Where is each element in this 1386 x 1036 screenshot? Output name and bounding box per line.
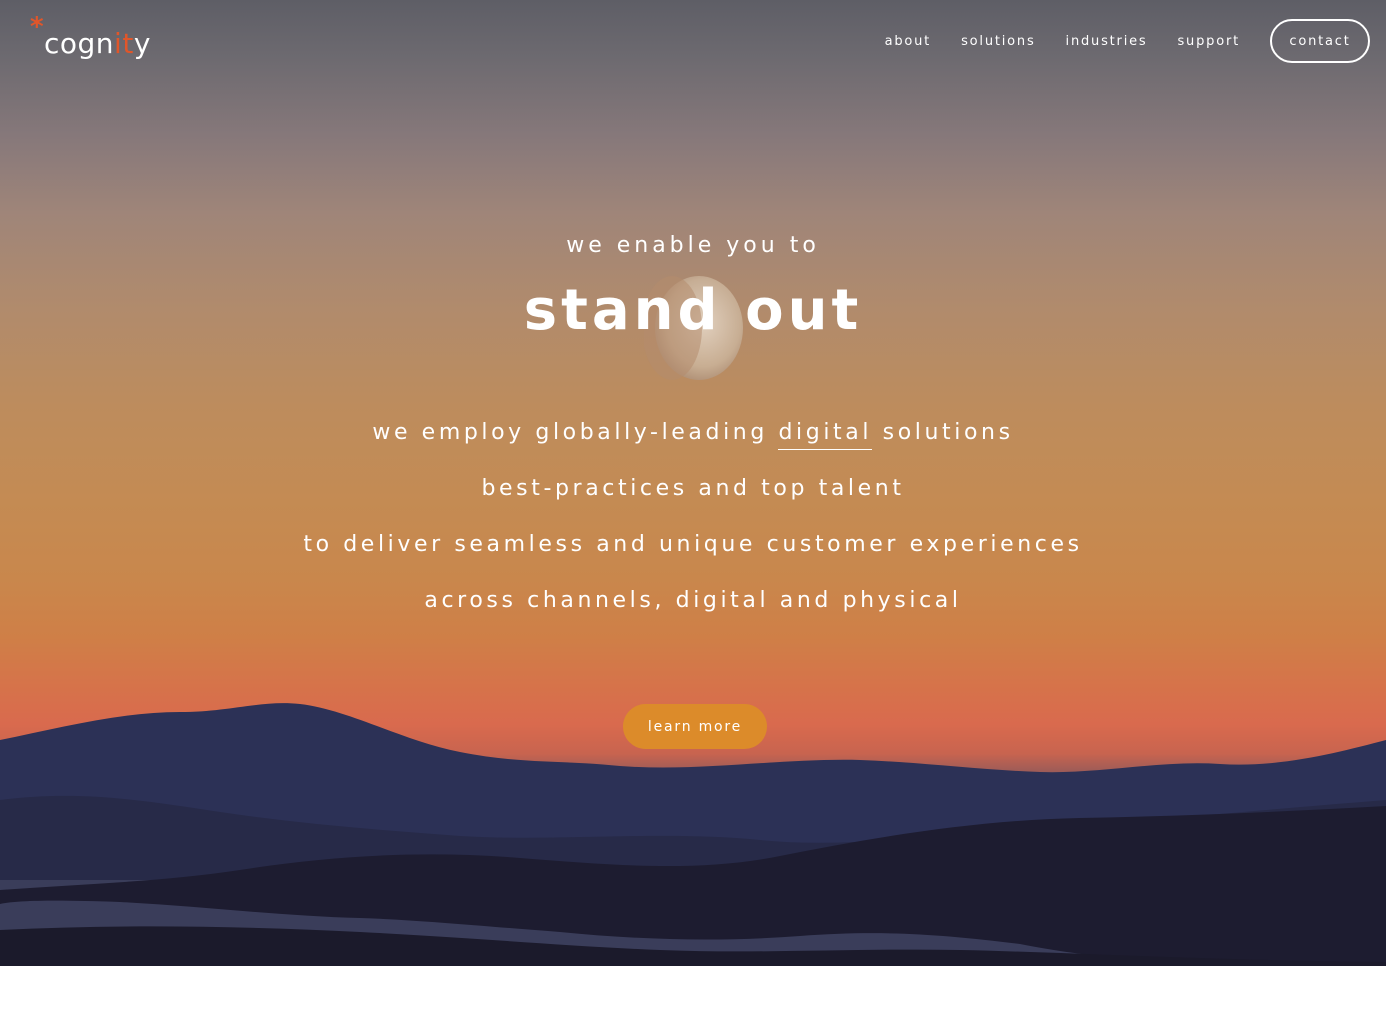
learn-more-button[interactable]: learn more <box>623 704 767 749</box>
hero-line-2: best-practices and top talent <box>481 476 905 501</box>
hero-line-1-start: we employ globally-leading <box>372 420 779 445</box>
nav-item-solutions[interactable]: solutions <box>961 34 1035 49</box>
hero-line-4: across channels, digital and physical <box>424 588 962 613</box>
logo-accent: it <box>114 27 134 60</box>
logo-suffix: y <box>133 27 151 60</box>
hero-headline: stand out <box>523 278 863 343</box>
main-navigation: about solutions industries support conta… <box>855 0 1370 82</box>
contact-button[interactable]: contact <box>1270 19 1370 63</box>
hero-eyebrow: we enable you to <box>566 233 820 258</box>
nav-item-about[interactable]: about <box>885 34 932 49</box>
cognity-logo[interactable]: * cognity <box>28 14 178 64</box>
digital-link[interactable]: digital <box>778 420 873 450</box>
hero-line-1: we employ globally-leading digital solut… <box>0 418 1386 450</box>
logo-wordmark: cognity <box>44 28 151 60</box>
hero-line-1-end: solutions <box>872 420 1014 445</box>
logo-prefix: cogn <box>44 27 115 60</box>
nav-item-support[interactable]: support <box>1177 34 1240 49</box>
nav-item-industries[interactable]: industries <box>1066 34 1148 49</box>
hero-line-3: to deliver seamless and unique customer … <box>303 532 1083 557</box>
logo-asterisk-icon: * <box>30 12 44 42</box>
